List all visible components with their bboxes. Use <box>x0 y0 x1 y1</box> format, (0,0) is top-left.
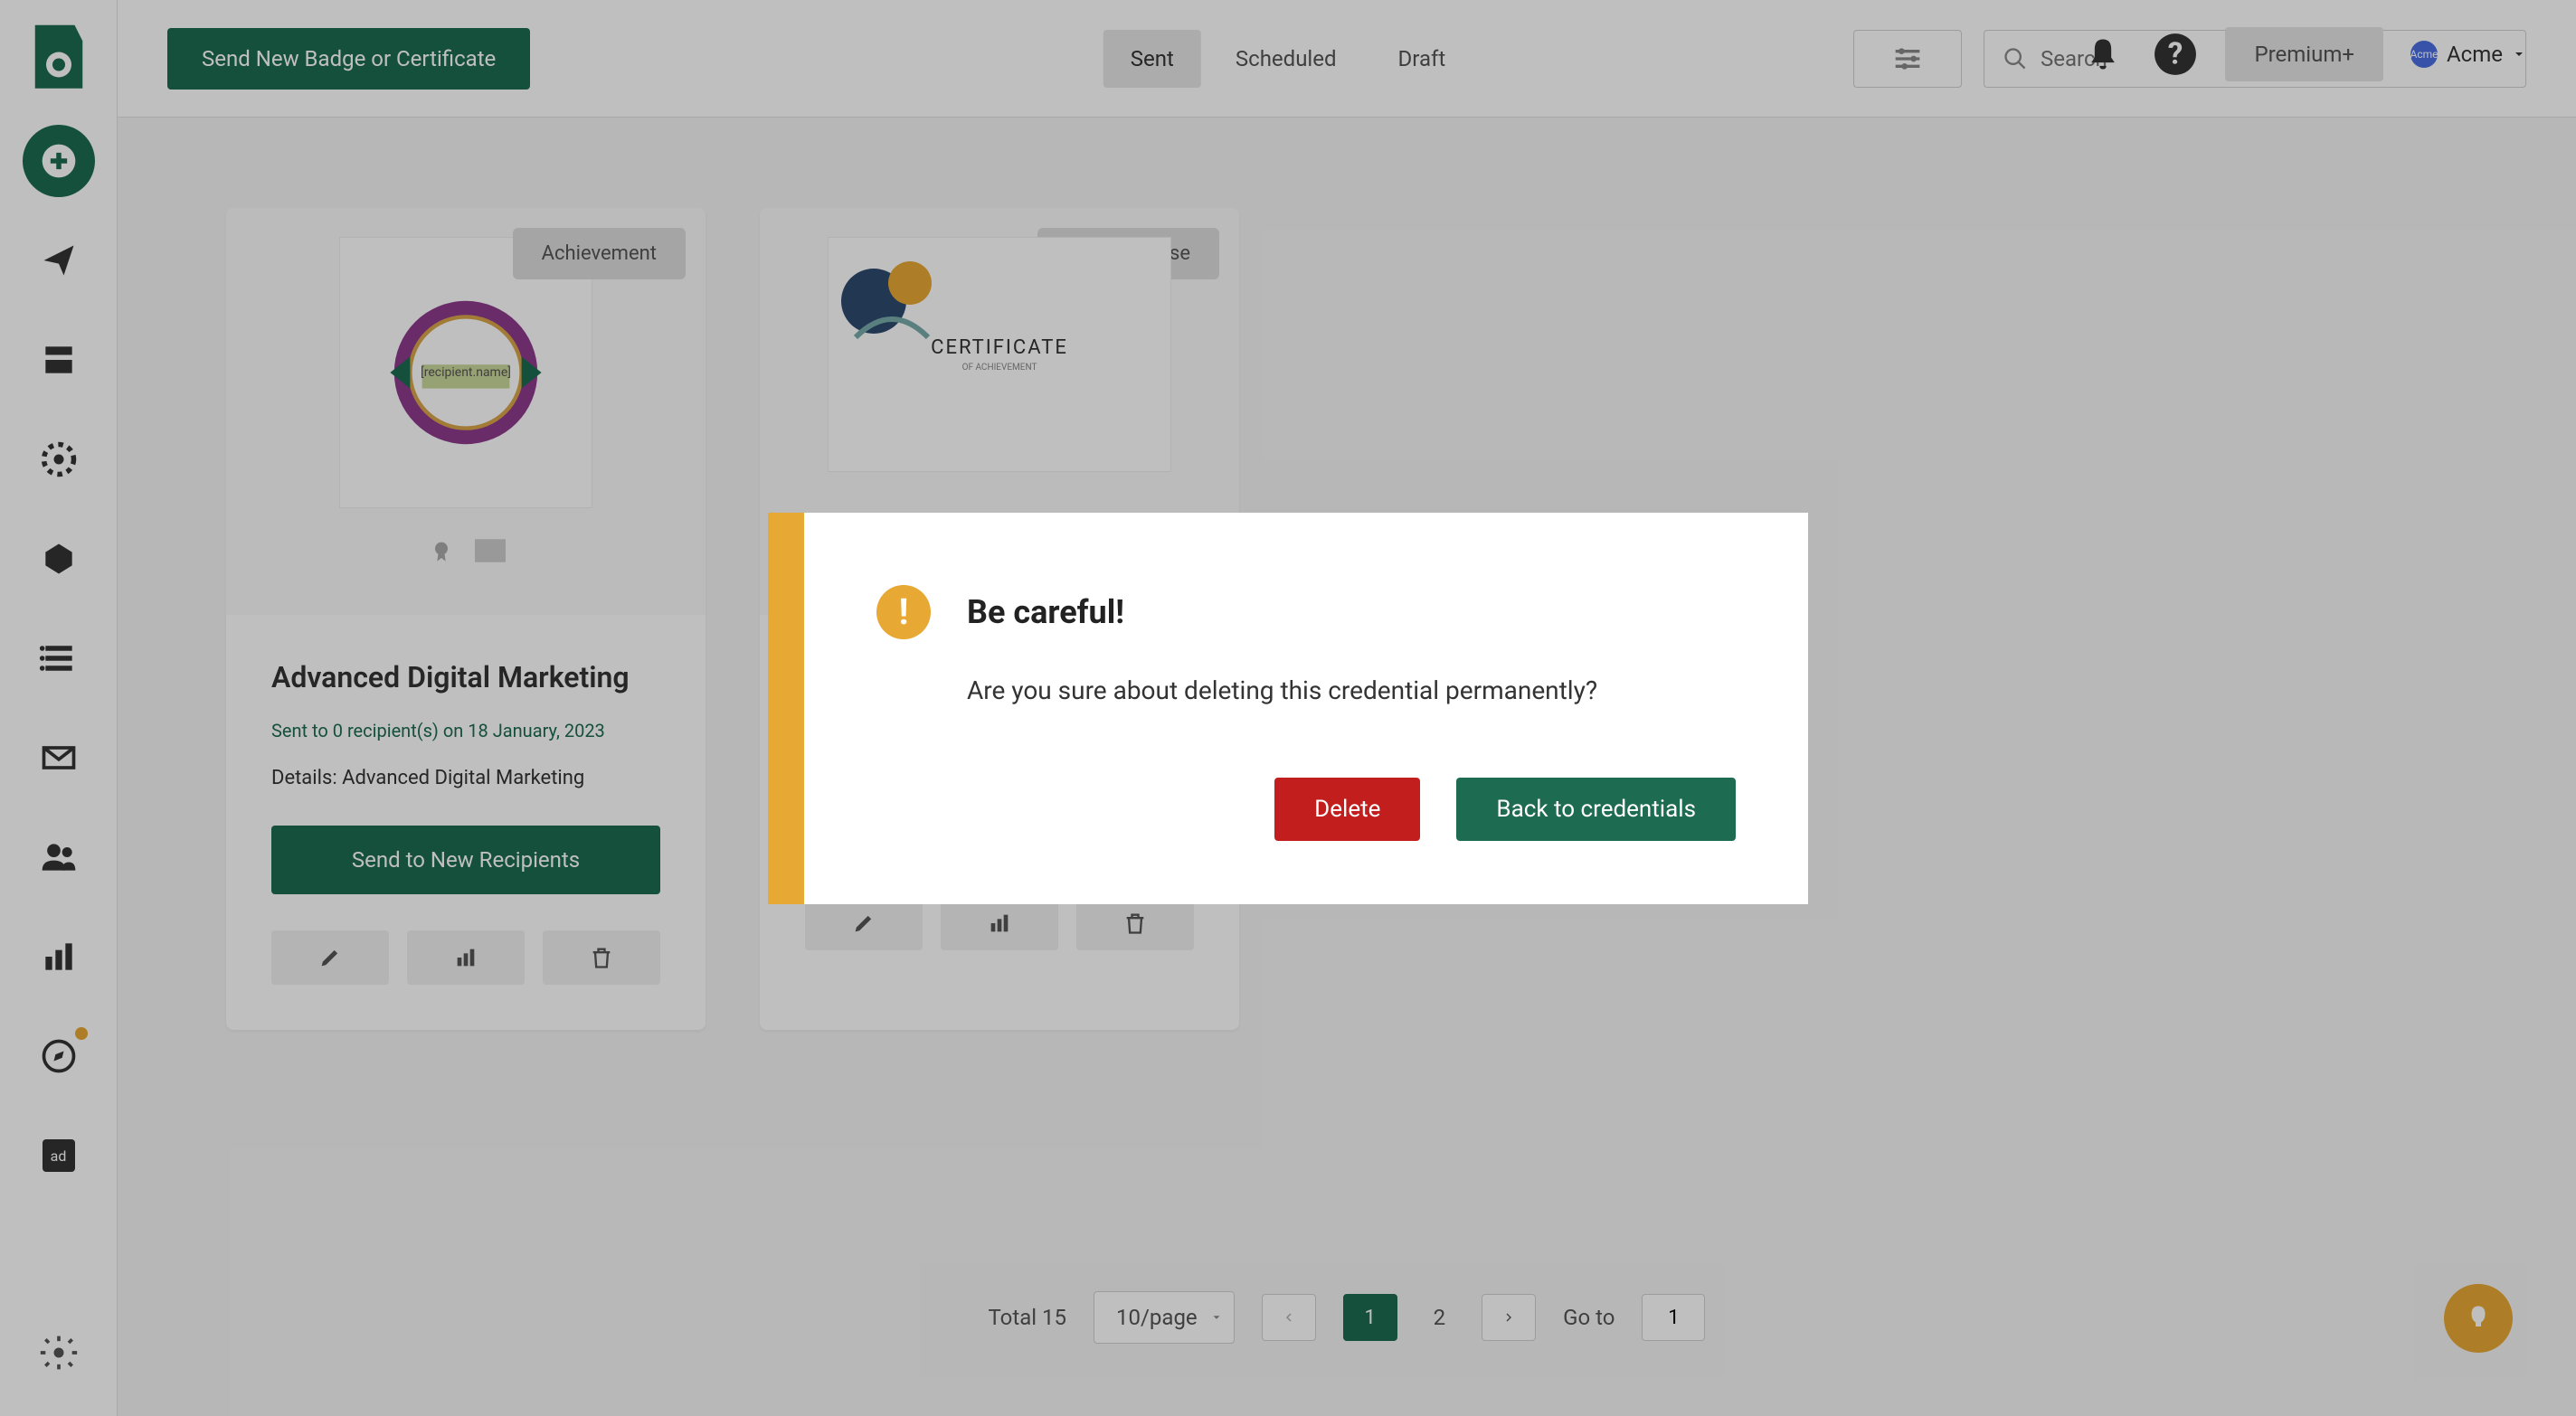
modal-message: Are you sure about deleting this credent… <box>967 675 1736 705</box>
modal-overlay[interactable]: ! Be careful! Are you sure about deletin… <box>0 0 2576 1416</box>
warning-icon: ! <box>876 585 931 639</box>
back-button[interactable]: Back to credentials <box>1456 778 1736 841</box>
delete-confirm-button[interactable]: Delete <box>1274 778 1420 841</box>
modal-title: Be careful! <box>967 593 1124 631</box>
confirm-dialog: ! Be careful! Are you sure about deletin… <box>768 513 1808 904</box>
